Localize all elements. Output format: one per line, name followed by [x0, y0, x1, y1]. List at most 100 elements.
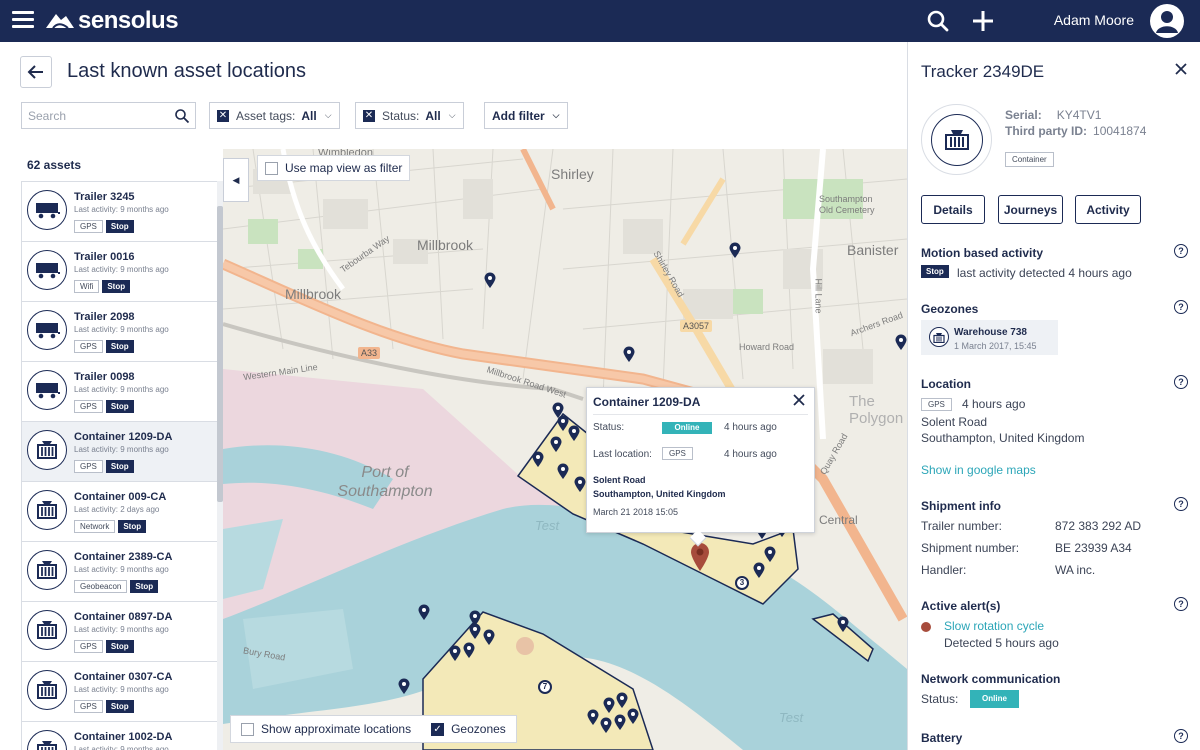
cluster-marker[interactable]: 7	[538, 680, 552, 694]
back-button[interactable]	[20, 56, 52, 88]
asset-marker-icon[interactable]	[557, 463, 569, 480]
popup-address-line2: Southampton, United Kingdom	[593, 489, 726, 499]
geozones-checkbox[interactable]: ✓	[431, 722, 445, 736]
asset-marker-icon[interactable]	[418, 604, 430, 621]
container-icon	[944, 129, 969, 150]
asset-marker-icon[interactable]	[532, 451, 544, 468]
asset-marker-icon[interactable]	[398, 678, 410, 695]
asset-marker-icon[interactable]	[484, 272, 496, 289]
asset-tags-filter[interactable]: ✕ Asset tags: All ⌵	[209, 102, 340, 129]
asset-list-item[interactable]: Trailer 2098 Last activity: 9 months ago G…	[22, 302, 217, 362]
asset-name: Trailer 0016	[74, 251, 135, 263]
clear-filter-icon[interactable]: ✕	[363, 109, 375, 122]
asset-list-item[interactable]: Trailer 3245 Last activity: 9 months ago G…	[22, 182, 217, 242]
asset-tags: GPS Stop	[74, 700, 134, 713]
asset-marker-icon[interactable]	[764, 546, 776, 563]
asset-count: 62 assets	[27, 158, 82, 172]
help-icon[interactable]: ?	[1174, 729, 1188, 743]
tab-details[interactable]: Details	[921, 195, 985, 224]
asset-marker-icon[interactable]	[600, 717, 612, 734]
google-maps-link[interactable]: Show in google maps	[921, 463, 1036, 477]
approx-locations-checkbox[interactable]	[241, 722, 254, 736]
asset-name: Container 0897-DA	[74, 611, 173, 623]
asset-marker-icon[interactable]	[616, 692, 628, 709]
source-badge: Geobeacon	[74, 580, 128, 593]
asset-marker-icon[interactable]	[574, 476, 586, 493]
search-icon[interactable]	[925, 8, 951, 34]
asset-list-item[interactable]: Container 009-CA Last activity: 2 days ag…	[22, 482, 217, 542]
close-icon[interactable]	[1174, 62, 1188, 76]
clear-filter-icon[interactable]: ✕	[217, 109, 229, 122]
tracker-title: Tracker 2349DE	[921, 62, 1045, 81]
network-status-badge: Online	[970, 690, 1019, 708]
battery-title: Battery	[921, 731, 963, 745]
tab-activity[interactable]: Activity	[1075, 195, 1141, 224]
asset-marker-icon[interactable]	[895, 334, 907, 351]
asset-marker-icon[interactable]	[614, 714, 626, 731]
container-icon	[27, 730, 67, 750]
avatar[interactable]	[1150, 4, 1184, 38]
map-filter-checkbox[interactable]	[265, 161, 278, 175]
state-badge: Stop	[118, 520, 147, 533]
state-badge: Stop	[105, 220, 134, 233]
state-badge: Stop	[105, 700, 134, 713]
geozone-item[interactable]: Warehouse 738 1 March 2017, 15:45	[921, 320, 1058, 355]
status-value: All	[425, 108, 441, 123]
asset-list-item[interactable]: Container 0897-DA Last activity: 9 months…	[22, 602, 217, 662]
alert-link[interactable]: Slow rotation cycle	[944, 619, 1044, 633]
help-icon[interactable]: ?	[1174, 375, 1188, 389]
shipment-value: WA inc.	[1055, 563, 1096, 577]
asset-list-item[interactable]: Container 0307-CA Last activity: 9 months…	[22, 662, 217, 722]
asset-list-item[interactable]: Container 1209-DA Last activity: 9 months…	[22, 422, 217, 482]
help-icon[interactable]: ?	[1174, 497, 1188, 511]
asset-marker-icon[interactable]	[627, 708, 639, 725]
asset-list-item[interactable]: Trailer 0016 Last activity: 9 months ago W…	[22, 242, 217, 302]
chevron-down-icon: ⌵	[324, 110, 332, 120]
asset-marker-icon[interactable]	[550, 436, 562, 453]
add-filter-button[interactable]: Add filter ⌵	[484, 102, 568, 129]
serial-value: KY4TV1	[1056, 108, 1102, 122]
state-badge: Stop	[105, 400, 134, 413]
motion-state-badge: Stop	[921, 265, 949, 278]
status-filter[interactable]: ✕ Status: All ⌵	[355, 102, 464, 129]
asset-marker-icon[interactable]	[837, 616, 849, 633]
asset-marker-icon[interactable]	[483, 629, 495, 646]
asset-marker-icon[interactable]	[603, 697, 615, 714]
tab-journeys[interactable]: Journeys	[998, 195, 1063, 224]
asset-marker-icon[interactable]	[568, 425, 580, 442]
asset-marker-icon[interactable]	[463, 642, 475, 659]
approx-locations-label: Show approximate locations	[261, 722, 412, 736]
cluster-marker[interactable]: 3	[735, 576, 749, 590]
asset-marker-icon[interactable]	[587, 709, 599, 726]
selected-marker-icon[interactable]	[690, 542, 710, 572]
add-icon[interactable]	[970, 8, 996, 34]
asset-list-item[interactable]: Trailer 0098 Last activity: 9 months ago G…	[22, 362, 217, 422]
map-view-filter[interactable]: Use map view as filter	[257, 155, 411, 181]
help-icon[interactable]: ?	[1174, 244, 1188, 258]
asset-marker-icon[interactable]	[469, 610, 481, 627]
collapse-list-button[interactable]: ◀	[223, 158, 249, 202]
asset-last-activity: Last activity: 9 months ago	[74, 625, 169, 634]
popup-status-label: Status:	[593, 422, 625, 433]
asset-marker-icon[interactable]	[449, 645, 461, 662]
map-label: The Polygon	[849, 393, 904, 427]
asset-marker-icon[interactable]	[729, 242, 741, 259]
close-icon[interactable]	[792, 393, 806, 407]
asset-marker-icon[interactable]	[623, 346, 635, 363]
brand-name: sensolus	[78, 7, 179, 34]
logo[interactable]: sensolus	[44, 6, 179, 36]
asset-list-item[interactable]: Container 2389-CA Last activity: 9 months…	[22, 542, 217, 602]
search-icon[interactable]	[174, 108, 190, 124]
help-icon[interactable]: ?	[1174, 300, 1188, 314]
motion-text: last activity detected 4 hours ago	[957, 266, 1132, 280]
search-input[interactable]	[22, 103, 167, 128]
location-source-badge: GPS	[921, 398, 952, 411]
page-title: Last known asset locations	[67, 60, 307, 82]
asset-marker-icon[interactable]	[753, 562, 765, 579]
asset-name: Container 2389-CA	[74, 551, 173, 563]
user-name[interactable]: Adam Moore	[1054, 12, 1134, 28]
map[interactable]: Wimbledon Shirley Southampton Old Cemete…	[223, 149, 907, 750]
help-icon[interactable]: ?	[1174, 597, 1188, 611]
asset-list-item[interactable]: Container 1002-DA Last activity: 9 months…	[22, 722, 217, 750]
menu-icon[interactable]	[12, 11, 34, 31]
